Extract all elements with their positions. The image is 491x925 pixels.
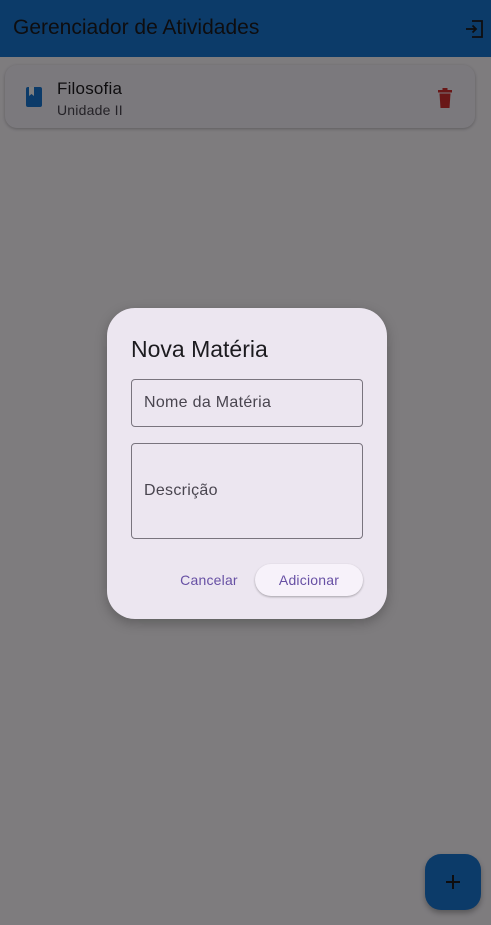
subject-description-field[interactable]: Descrição xyxy=(131,443,363,539)
dialog-title: Nova Matéria xyxy=(131,336,268,362)
app-root: Gerenciador de Atividades Filosofia Unid… xyxy=(0,0,491,925)
subject-name-field[interactable]: Nome da Matéria xyxy=(131,379,363,427)
subject-description-label: Descrição xyxy=(144,482,218,499)
add-button[interactable]: Adicionar xyxy=(255,564,363,596)
cancel-button[interactable]: Cancelar xyxy=(171,564,247,596)
new-subject-dialog: Nova Matéria Nome da Matéria Descrição C… xyxy=(107,308,387,619)
subject-name-label: Nome da Matéria xyxy=(144,394,272,411)
